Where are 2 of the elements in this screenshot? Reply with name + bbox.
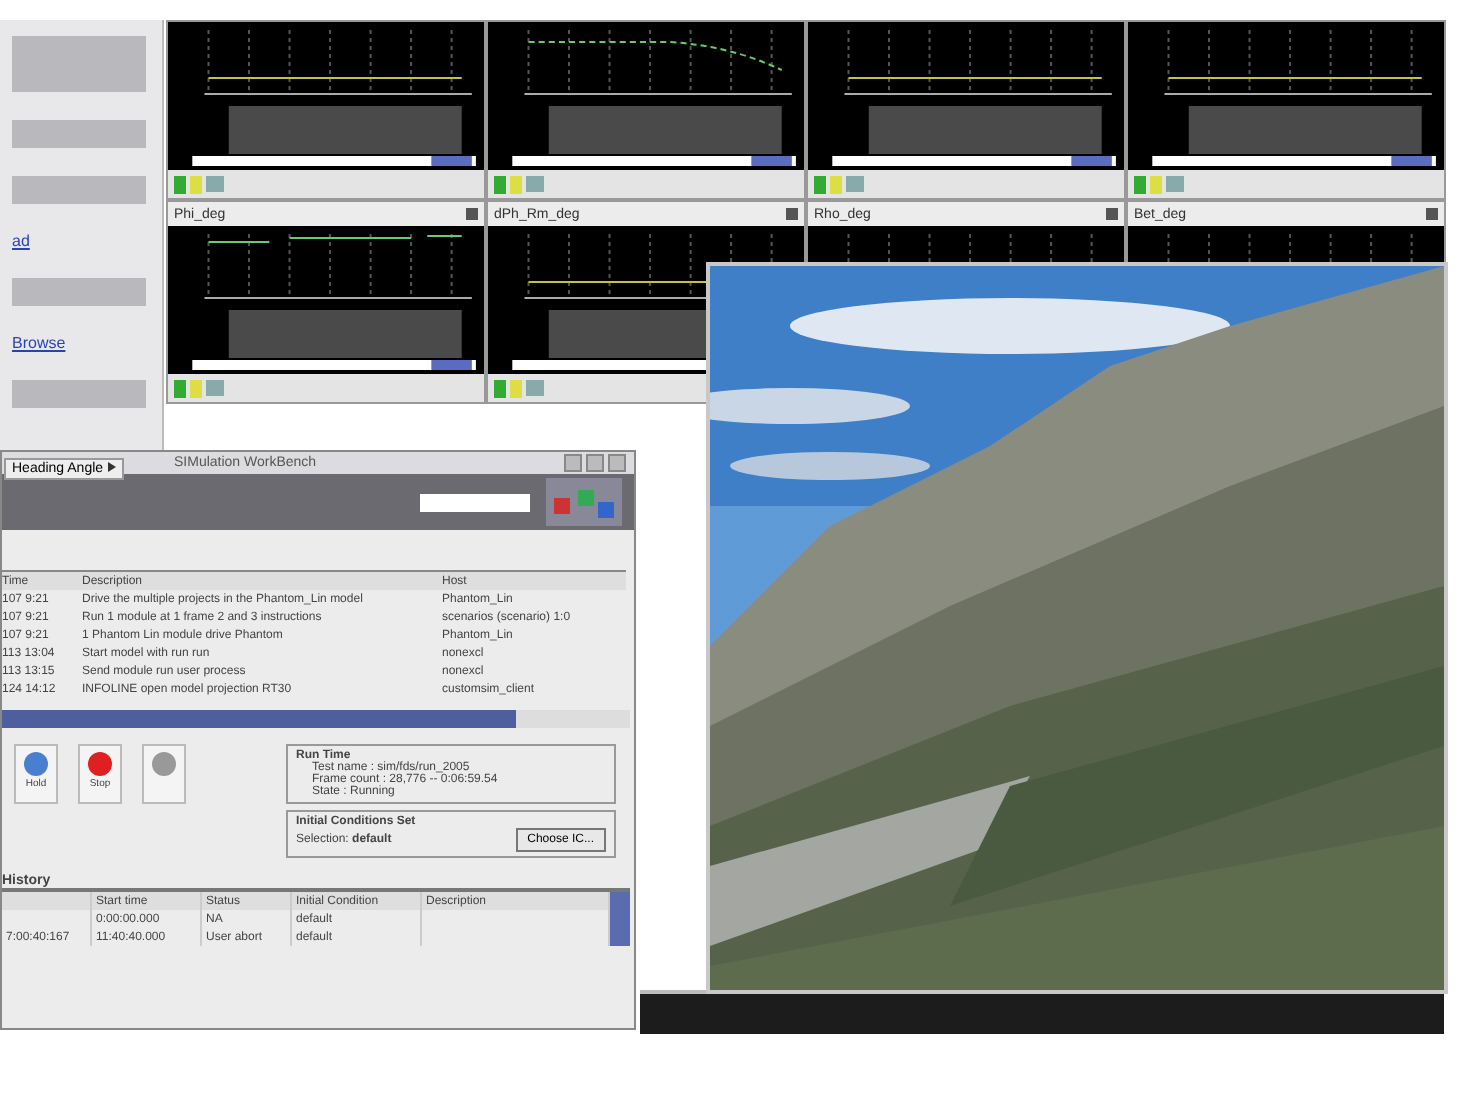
- link[interactable]: ad: [12, 232, 162, 250]
- link[interactable]: Browse: [12, 334, 162, 352]
